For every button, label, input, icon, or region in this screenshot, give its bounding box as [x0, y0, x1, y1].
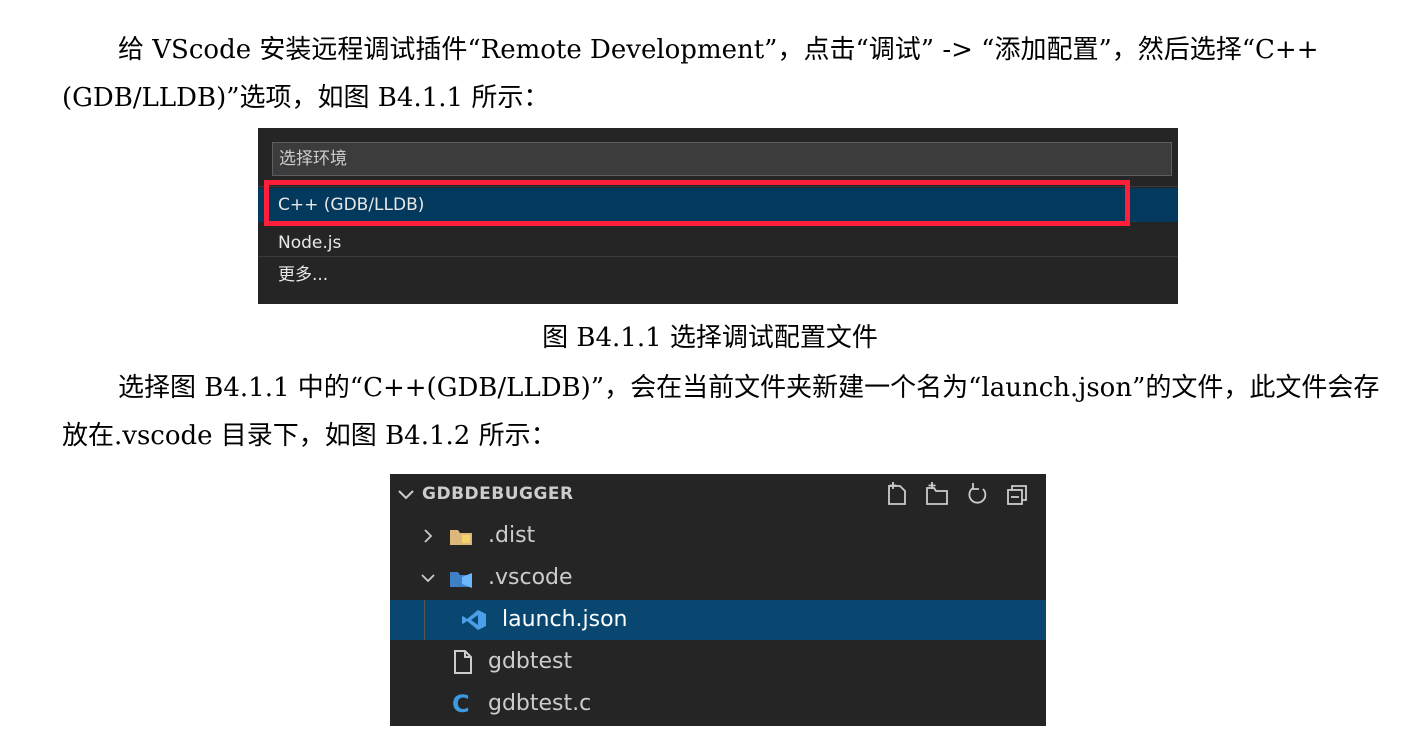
environment-search-input[interactable]: 选择环境: [272, 142, 1172, 176]
divider: [258, 256, 1178, 257]
tree-item-launch-json[interactable]: launch.json: [390, 600, 1046, 640]
red-highlight-box: [264, 180, 1130, 226]
folder-icon: [450, 530, 472, 545]
tree-item-label: gdbtest: [488, 649, 573, 674]
tree-item-label: launch.json: [502, 607, 628, 632]
explorer-section-header[interactable]: GDBDEBUGGER: [390, 474, 1046, 516]
explorer-actions: [884, 480, 1030, 508]
file-icon: [454, 650, 472, 674]
tree-item-label: .dist: [488, 523, 536, 548]
tree-item-gdbtest[interactable]: gdbtest: [390, 642, 1046, 682]
figure-caption-1: 图 B4.1.1 选择调试配置文件: [542, 323, 878, 353]
vscode-folder-icon: [450, 572, 472, 588]
option-nodejs[interactable]: Node.js: [258, 226, 1178, 260]
explorer-title: GDBDEBUGGER: [422, 484, 574, 504]
tree-item-label: .vscode: [488, 565, 573, 590]
tree-item-dist[interactable]: .dist: [390, 516, 1046, 556]
quick-pick-figure: 选择环境 C++ (GDB/LLDB) Node.js 更多...: [258, 128, 1178, 304]
tree-item-vscode[interactable]: .vscode: [390, 558, 1046, 598]
c-file-icon: C: [452, 690, 470, 718]
indent-guide: [424, 600, 425, 640]
chevron-down-icon: [398, 490, 414, 500]
tree-item-label: gdbtest.c: [488, 691, 592, 716]
new-file-icon[interactable]: [884, 480, 910, 508]
chevron-down-icon: [421, 574, 435, 583]
explorer-figure: GDBDEBUGGER .dist .vscode launch.json gd…: [390, 474, 1046, 726]
option-more[interactable]: 更多...: [258, 258, 1178, 292]
paragraph-launch-json: 选择图 B4.1.1 中的“C++(GDB/LLDB)”，会在当前文件夹新建一个…: [62, 373, 1380, 451]
new-folder-icon[interactable]: [924, 480, 950, 508]
paragraph-intro: 给 VScode 安装远程调试插件“Remote Development”，点击…: [62, 35, 1319, 113]
refresh-icon[interactable]: [964, 480, 990, 508]
vscode-json-icon: [462, 610, 486, 630]
tree-item-gdbtest-c[interactable]: C gdbtest.c: [390, 684, 1046, 724]
chevron-right-icon: [424, 529, 433, 543]
collapse-all-icon[interactable]: [1004, 480, 1030, 508]
